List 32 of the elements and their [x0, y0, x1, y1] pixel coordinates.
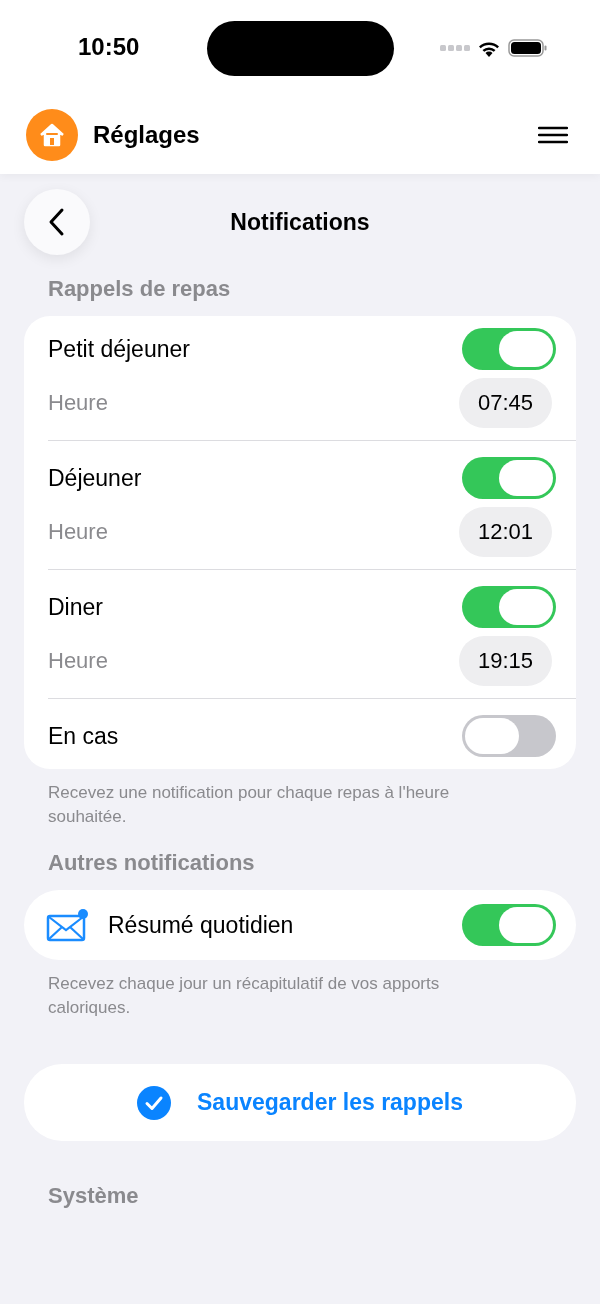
signal-icon [440, 44, 470, 52]
status-time: 10:50 [78, 33, 140, 61]
checkmark-icon [137, 1085, 172, 1120]
toggle-switch[interactable] [462, 904, 556, 946]
setting-label: Déjeuner [48, 464, 142, 492]
time-picker[interactable]: 12:01 [458, 507, 552, 557]
time-label: Heure [48, 648, 108, 674]
section-title: Autres notifications [48, 850, 256, 876]
chevron-left-icon [48, 207, 66, 237]
time-picker[interactable]: 19:15 [458, 636, 552, 686]
toggle-switch[interactable] [462, 715, 556, 757]
menu-icon[interactable] [538, 126, 568, 144]
battery-icon [508, 38, 548, 58]
setting-label: En cas [48, 722, 119, 750]
app-title: Réglages [93, 121, 200, 149]
section-title: Rappels de repas [48, 276, 232, 302]
time-label: Heure [48, 519, 108, 545]
setting-label: Petit déjeuner [48, 335, 190, 363]
time-label: Heure [48, 390, 108, 416]
time-picker[interactable]: 07:45 [458, 378, 552, 428]
setting-label: Diner [48, 593, 103, 621]
toggle-switch[interactable] [462, 586, 556, 628]
page-title: Notifications [230, 208, 370, 236]
section-title: Système [48, 1183, 140, 1209]
home-icon[interactable] [26, 109, 78, 161]
toggle-switch[interactable] [462, 328, 556, 370]
save-button[interactable]: Sauvegarder les rappels [24, 1064, 576, 1141]
toggle-switch[interactable] [462, 457, 556, 499]
section-footer: Recevez chaque jour un récapitulatif de vos apports caloriques. [48, 972, 478, 1020]
section-footer: Recevez une notification pour chaque repas à l'heure souhaitée. [48, 781, 478, 829]
mail-icon [46, 908, 88, 942]
setting-label: Résumé quotidien [108, 911, 294, 939]
